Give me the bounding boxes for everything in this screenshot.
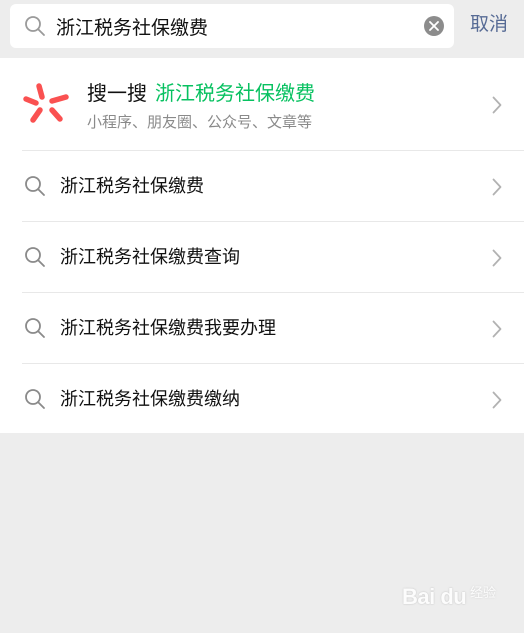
search-icon [25,318,45,338]
search-icon [25,247,45,267]
souyisou-keyword: 浙江税务社保缴费 [155,81,315,105]
suggestion-text: 浙江税务社保缴费缴纳 [60,389,240,410]
search-header: 取消 [0,0,524,58]
suggestion-text: 浙江税务社保缴费查询 [60,247,240,268]
chevron-right-icon [492,96,502,114]
baidu-watermark: Bai du 经验 [402,578,502,614]
souyisou-logo-icon [23,83,69,123]
chevron-right-icon [492,249,502,267]
search-icon [25,176,45,196]
clear-icon[interactable] [424,16,444,36]
suggestion-item[interactable]: 浙江税务社保缴费我要办理 [0,293,524,364]
search-icon [25,389,45,409]
chevron-right-icon [492,178,502,196]
cancel-button[interactable]: 取消 [470,12,508,36]
watermark-sub: 经验 [470,586,497,601]
search-page: 取消 搜一搜浙江税务社保缴费 小程序、朋友圈、公众号、文章等 [0,0,524,633]
search-icon [25,16,45,36]
results-list: 搜一搜 浙江税务社保缴费 小程序、朋友圈、公众号、文章等 浙江税务社保缴费 浙江… [0,58,524,433]
chevron-right-icon [492,320,502,338]
suggestion-text: 浙江税务社保缴费我要办理 [60,318,276,339]
suggestion-item[interactable]: 浙江税务社保缴费 [0,151,524,222]
suggestion-item[interactable]: 浙江税务社保缴费缴纳 [0,364,524,435]
souyisou-row[interactable]: 搜一搜 浙江税务社保缴费 小程序、朋友圈、公众号、文章等 [0,58,524,151]
suggestion-item[interactable]: 浙江税务社保缴费查询 [0,222,524,293]
suggestion-text: 浙江税务社保缴费 [60,176,204,197]
chevron-right-icon [492,391,502,409]
souyisou-scope: 小程序、朋友圈、公众号、文章等 [87,113,313,131]
souyisou-title: 搜一搜 浙江税务社保缴费 [87,79,315,107]
search-input[interactable] [56,4,416,48]
watermark-brand: Bai du [402,584,467,609]
souyisou-label: 搜一搜 [87,81,147,105]
search-box[interactable] [10,4,454,48]
